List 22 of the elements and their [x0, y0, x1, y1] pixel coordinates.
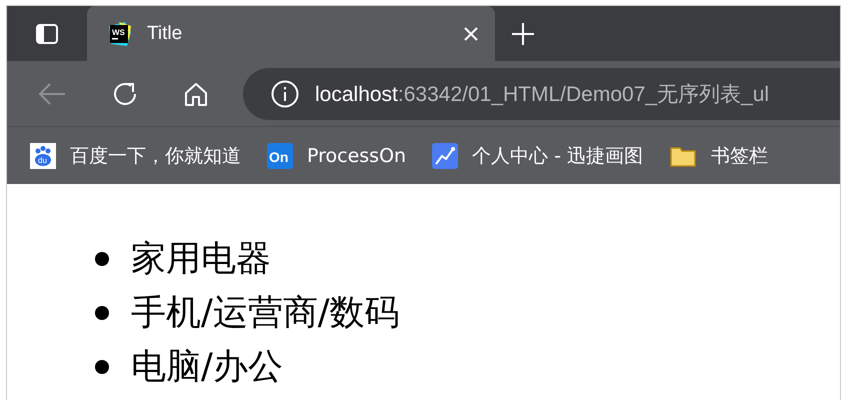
new-tab-icon[interactable] [511, 22, 535, 46]
bullet-icon [95, 360, 109, 374]
url-text: localhost:63342/01_HTML/Demo07_无序列表_ul [315, 82, 770, 108]
home-icon[interactable] [183, 80, 209, 106]
info-icon [271, 80, 299, 108]
tab-title: Title [147, 22, 184, 44]
bullet-icon [95, 252, 109, 266]
bookmark-item[interactable]: 书签栏 [669, 142, 768, 168]
sidebar-icon[interactable] [35, 22, 59, 46]
paw-icon: du [30, 142, 56, 168]
close-icon[interactable] [463, 26, 479, 42]
list-item: 手机/运营商/数码 [131, 292, 400, 334]
bullet-icon [95, 306, 109, 320]
bookmark-item[interactable]: du 百度一下，你就知道 [30, 142, 241, 168]
bookmark-item[interactable]: On ProcessOn [267, 142, 406, 168]
browser-tab[interactable]: WS Title [87, 6, 495, 61]
bookmark-item[interactable]: 个人中心 - 迅捷画图 [432, 142, 644, 168]
address-bar[interactable]: localhost:63342/01_HTML/Demo07_无序列表_ul [243, 68, 840, 120]
on-logo-icon: On [267, 142, 293, 168]
list-item: 家用电器 [131, 238, 271, 280]
line-chart-icon [432, 142, 458, 168]
list-item: 电脑/办公 [131, 346, 283, 388]
